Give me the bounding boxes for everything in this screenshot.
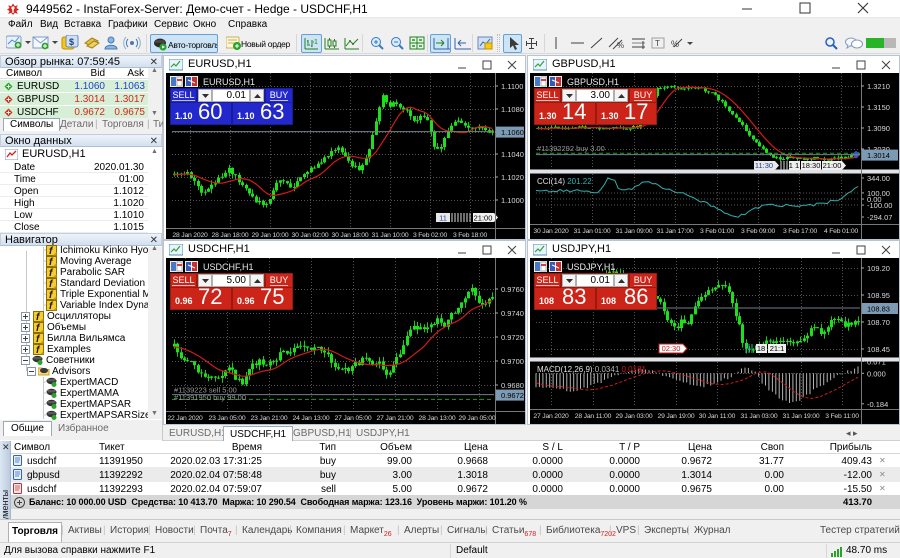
svg-text:3 Feb 11:00: 3 Feb 11:00 — [825, 413, 859, 420]
svg-text:30 Jan 18:00: 30 Jan 18:00 — [332, 232, 369, 239]
svg-text:31 Jan 17:00: 31 Jan 17:00 — [657, 228, 694, 235]
svg-text:344.00: 344.00 — [867, 174, 890, 183]
svg-text:27 Jan 2020: 27 Jan 2020 — [533, 413, 569, 420]
svg-text:23 Jan 21:00: 23 Jan 21:00 — [251, 415, 288, 422]
svg-text:#11392292 buy 3.00: #11392292 buy 3.00 — [537, 144, 605, 153]
svg-text:108.45: 108.45 — [867, 345, 890, 354]
svg-text:1.3090: 1.3090 — [867, 124, 890, 133]
svg-text:02:30: 02:30 — [662, 344, 681, 353]
svg-text:1.1100: 1.1100 — [501, 82, 523, 91]
svg-text:27 Jan 21:00: 27 Jan 21:00 — [377, 415, 414, 422]
svg-text:3 Feb 17:00: 3 Feb 17:00 — [783, 228, 817, 235]
svg-text:31 Jan 03:00: 31 Jan 03:00 — [741, 413, 778, 420]
svg-text:%: % — [671, 39, 679, 49]
svg-text:0.9700: 0.9700 — [501, 357, 524, 366]
svg-text:1.3150: 1.3150 — [867, 103, 890, 112]
svg-text:1.1000: 1.1000 — [501, 196, 524, 205]
svg-text:1.3014: 1.3014 — [867, 151, 890, 160]
svg-text:11:30: 11:30 — [755, 161, 773, 170]
svg-text:$: $ — [69, 37, 74, 47]
svg-text:30 Jan 02:00: 30 Jan 02:00 — [292, 232, 329, 239]
svg-text:21:00: 21:00 — [823, 161, 842, 170]
svg-text:1: 1 — [314, 39, 318, 46]
svg-text:24 Jan 13:00: 24 Jan 13:00 — [293, 415, 330, 422]
svg-text:4 Feb 01:00: 4 Feb 01:00 — [824, 228, 858, 235]
svg-text:28 Jan 13:00: 28 Jan 13:00 — [419, 415, 456, 422]
svg-text:22 Jan 2020: 22 Jan 2020 — [167, 415, 203, 422]
svg-text:-0.184: -0.184 — [867, 400, 888, 409]
svg-text:CCI(14) 201.22: CCI(14) 201.22 — [537, 177, 592, 186]
svg-text:3 Feb 18:00: 3 Feb 18:00 — [453, 232, 487, 239]
svg-text:30 Jan 2020: 30 Jan 2020 — [533, 228, 569, 235]
svg-text:28 Jan 11:00: 28 Jan 11:00 — [575, 413, 612, 420]
svg-text:31 Jan 10:00: 31 Jan 10:00 — [372, 232, 409, 239]
svg-text:29 Jan 10:00: 29 Jan 10:00 — [252, 232, 289, 239]
svg-text:21:1: 21:1 — [770, 344, 785, 353]
svg-text:-100.00: -100.00 — [867, 201, 892, 210]
svg-text:21:00: 21:00 — [474, 214, 493, 223]
svg-text:3 Feb 09:00: 3 Feb 09:00 — [741, 228, 775, 235]
svg-text:1.1020: 1.1020 — [501, 173, 524, 182]
svg-text:0.9680: 0.9680 — [501, 381, 524, 390]
svg-text:30 Jan 11:00: 30 Jan 11:00 — [699, 413, 736, 420]
svg-text:1.3210: 1.3210 — [867, 82, 890, 91]
svg-text:11: 11 — [439, 214, 447, 223]
svg-text:18:30: 18:30 — [802, 161, 821, 170]
svg-text:109.20: 109.20 — [867, 264, 890, 273]
svg-text:31 Jan 09:00: 31 Jan 09:00 — [616, 228, 653, 235]
svg-text:T: T — [655, 39, 660, 48]
svg-text:108.83: 108.83 — [867, 305, 890, 314]
svg-text:0.9760: 0.9760 — [501, 285, 524, 294]
svg-text:108.70: 108.70 — [867, 318, 890, 327]
svg-text:0.9720: 0.9720 — [501, 333, 524, 342]
svg-text:18: 18 — [757, 344, 765, 353]
svg-text:31 Jan 01:00: 31 Jan 01:00 — [574, 228, 611, 235]
svg-text:MACD(12,26,9) 0.0341 0.0181: MACD(12,26,9) 0.0341 0.0181 — [537, 365, 647, 374]
svg-text:1.1060: 1.1060 — [501, 128, 524, 137]
svg-text:1.1080: 1.1080 — [501, 105, 524, 114]
svg-text:108.95: 108.95 — [867, 291, 890, 300]
svg-text:-294.07: -294.07 — [867, 213, 892, 222]
svg-text:27 Jan 05:00: 27 Jan 05:00 — [335, 415, 372, 422]
svg-text:0.000: 0.000 — [867, 369, 886, 378]
svg-text:23 Jan 05:00: 23 Jan 05:00 — [209, 415, 246, 422]
svg-text:0.071: 0.071 — [867, 358, 886, 367]
svg-text:3 Feb 01:00: 3 Feb 01:00 — [700, 228, 734, 235]
svg-text:%: % — [617, 41, 624, 50]
svg-text:0.9672: 0.9672 — [501, 391, 524, 400]
svg-text:1 1: 1 1 — [789, 161, 799, 170]
svg-text:29 Jan 19:00: 29 Jan 19:00 — [658, 413, 695, 420]
svg-text:31 Jan 19:00: 31 Jan 19:00 — [783, 413, 820, 420]
svg-text:1.1040: 1.1040 — [501, 150, 524, 159]
svg-text:0.9740: 0.9740 — [501, 309, 524, 318]
svg-text:28 Jan 2020: 28 Jan 2020 — [172, 232, 208, 239]
svg-text:29 Jan 05:00: 29 Jan 05:00 — [459, 415, 496, 422]
svg-text:29 Jan 03:00: 29 Jan 03:00 — [616, 413, 653, 420]
svg-text:28 Jan 18:00: 28 Jan 18:00 — [212, 232, 249, 239]
svg-text:3 Feb 02:00: 3 Feb 02:00 — [413, 232, 447, 239]
